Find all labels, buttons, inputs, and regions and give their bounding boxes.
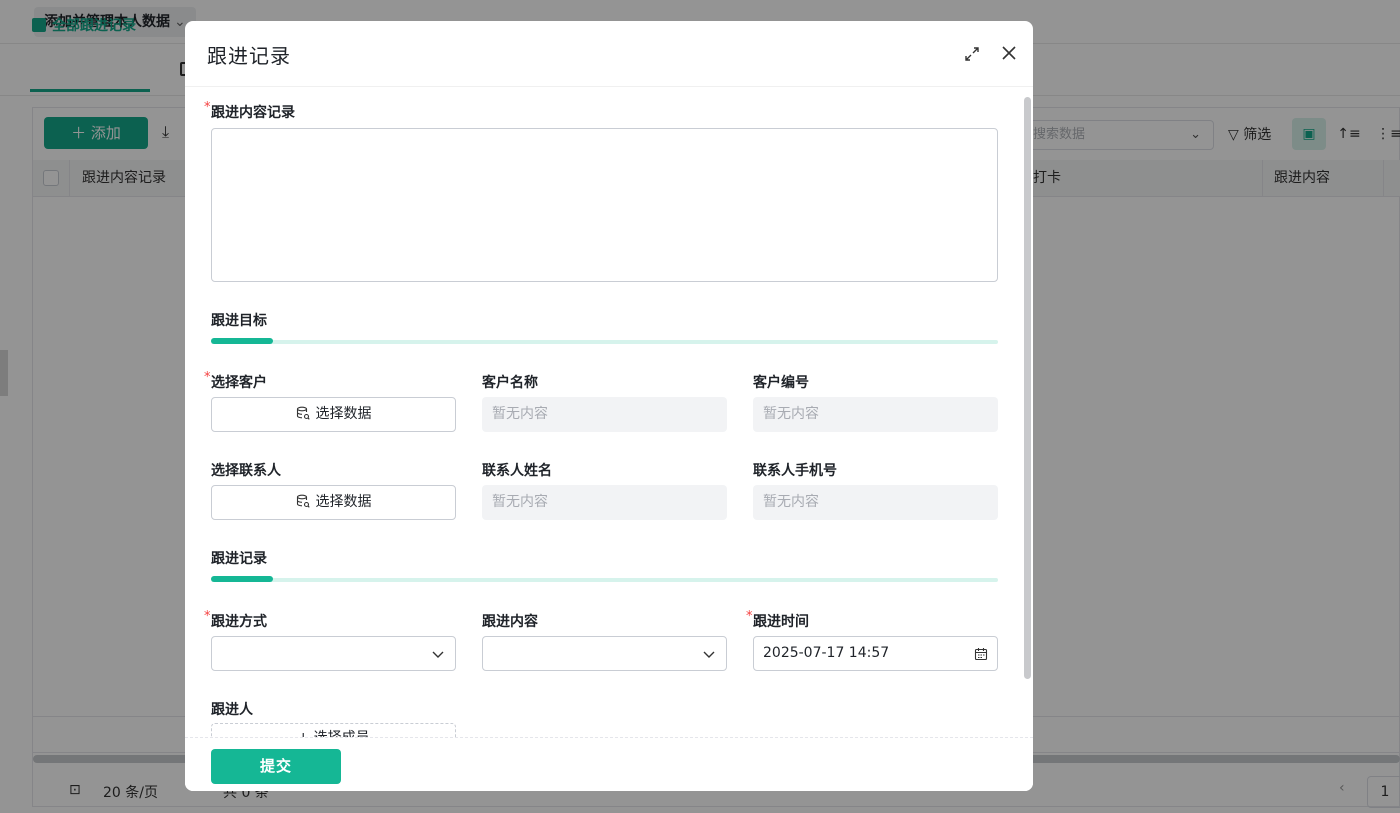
dialog-body: * 跟进内容记录 跟进目标 * 选择客户 客户名称 客户编号 选择数据 暂无内容 暂… [185,88,1033,738]
field-label-select-customer: * 选择客户 [204,370,267,392]
date-value: 2025-07-17 14:57 [763,645,890,661]
content-select[interactable] [482,636,727,671]
close-icon[interactable] [999,43,1019,63]
select-contact-button[interactable]: 选择数据 [211,485,456,520]
required-mark: * [746,609,753,624]
label-text: 跟进内容记录 [211,105,295,121]
dialog-title: 跟进记录 [207,44,291,68]
label-text: 选择客户 [211,375,267,391]
field-label-contact-phone: 联系人手机号 [753,463,837,479]
field-label-customer-no: 客户编号 [753,375,809,391]
required-mark: * [204,100,211,115]
field-label-content-record: * 跟进内容记录 [204,100,295,122]
required-mark: * [204,370,211,385]
section-title-record: 跟进记录 [211,551,267,567]
required-mark: * [204,609,211,624]
select-customer-button[interactable]: 选择数据 [211,397,456,432]
contact-name-field: 暂无内容 [482,485,727,520]
database-icon [296,494,310,508]
time-date-picker[interactable]: 2025-07-17 14:57 [753,636,998,671]
button-label: 选择数据 [315,406,372,422]
section-title-target: 跟进目标 [211,313,267,329]
section-divider [211,576,998,582]
label-text: 跟进方式 [211,614,267,630]
button-label: 选择数据 [315,494,372,510]
field-label-contact-name: 联系人姓名 [482,463,552,479]
method-select[interactable] [211,636,456,671]
section-divider-accent [211,576,273,582]
dialog-footer: 提交 [185,737,1033,791]
field-label-select-contact: 选择联系人 [211,463,281,479]
submit-button[interactable]: 提交 [211,749,341,784]
customer-no-field: 暂无内容 [753,397,998,432]
chevron-down-icon [432,651,444,658]
field-label-method: * 跟进方式 [204,609,267,631]
section-divider [211,338,998,344]
field-label-content: 跟进内容 [482,614,538,630]
field-label-person: 跟进人 [211,702,253,718]
section-divider-accent [211,338,273,344]
label-text: 跟进时间 [753,614,809,630]
chevron-down-icon [703,651,715,658]
field-label-time: * 跟进时间 [746,609,809,631]
customer-name-field: 暂无内容 [482,397,727,432]
field-label-customer-name: 客户名称 [482,375,538,391]
database-icon [296,406,310,420]
expand-icon[interactable] [963,45,981,63]
dialog-header: 跟进记录 [185,21,1033,87]
calendar-icon [974,648,988,661]
content-record-textarea[interactable] [211,128,998,282]
dialog-scrollbar[interactable] [1024,97,1031,679]
contact-phone-field: 暂无内容 [753,485,998,520]
follow-up-dialog: 跟进记录 * 跟进内容记录 跟进目标 * 选择客户 客户名称 客户编号 选择数据 暂… [185,21,1033,791]
